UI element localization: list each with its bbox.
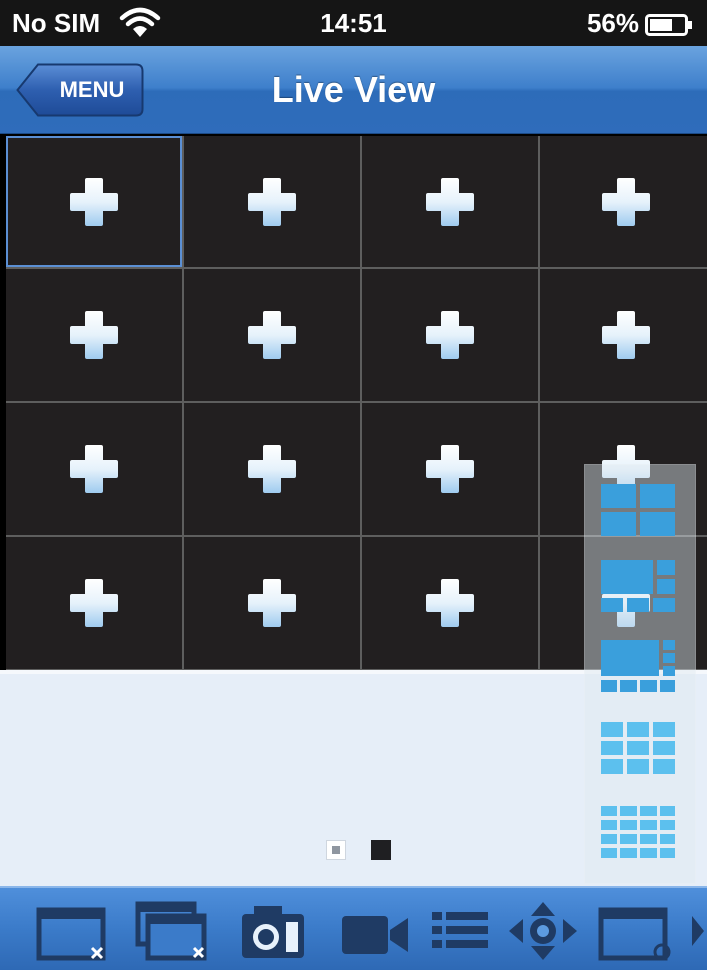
more-arrow-icon[interactable] xyxy=(688,900,707,962)
video-cell[interactable] xyxy=(6,269,182,401)
plus-icon xyxy=(600,176,652,228)
video-cell[interactable] xyxy=(540,269,707,401)
status-bar: No SIM 14:51 56% xyxy=(0,0,707,46)
device-list-icon[interactable] xyxy=(428,900,492,962)
plus-icon xyxy=(68,577,120,629)
video-cell[interactable] xyxy=(184,269,360,401)
plus-icon xyxy=(246,443,298,495)
plus-icon xyxy=(424,443,476,495)
video-cell[interactable] xyxy=(362,537,538,669)
plus-icon xyxy=(68,309,120,361)
page-indicator-2[interactable] xyxy=(371,840,391,860)
layout-8-split-icon[interactable] xyxy=(601,640,675,692)
plus-icon xyxy=(424,309,476,361)
video-cell[interactable] xyxy=(540,136,707,267)
plus-icon xyxy=(600,309,652,361)
video-cell[interactable] xyxy=(6,403,182,535)
close-all-windows-icon[interactable] xyxy=(132,900,212,962)
battery-percent: 56% xyxy=(586,8,639,38)
plus-icon xyxy=(246,309,298,361)
plus-icon xyxy=(246,577,298,629)
video-cell[interactable] xyxy=(362,136,538,267)
menu-button[interactable]: MENU xyxy=(16,63,144,117)
battery-icon xyxy=(645,12,693,36)
layout-selector-panel xyxy=(584,464,696,884)
video-cell[interactable] xyxy=(184,537,360,669)
menu-button-label: MENU xyxy=(59,77,125,102)
record-icon[interactable] xyxy=(340,900,410,962)
video-cell[interactable] xyxy=(362,403,538,535)
video-cell[interactable] xyxy=(6,136,182,267)
plus-icon xyxy=(424,577,476,629)
plus-icon xyxy=(68,176,120,228)
layout-6-split-icon[interactable] xyxy=(601,560,675,612)
close-window-icon[interactable] xyxy=(36,900,112,962)
snapshot-icon[interactable] xyxy=(238,900,308,962)
video-cell[interactable] xyxy=(6,537,182,669)
bottom-toolbar xyxy=(0,886,707,970)
plus-icon xyxy=(246,176,298,228)
layout-9-split-icon[interactable] xyxy=(601,722,675,774)
video-cell[interactable] xyxy=(184,136,360,267)
page-indicator-1[interactable] xyxy=(326,840,346,860)
layout-4-split-icon[interactable] xyxy=(601,484,675,536)
layout-16-split-icon[interactable] xyxy=(601,806,675,858)
plus-icon xyxy=(68,443,120,495)
video-cell[interactable] xyxy=(184,403,360,535)
nav-bar: Live View MENU xyxy=(0,46,707,134)
window-settings-icon[interactable] xyxy=(598,900,678,962)
video-cell[interactable] xyxy=(362,269,538,401)
plus-icon xyxy=(424,176,476,228)
ptz-icon[interactable] xyxy=(506,900,580,962)
